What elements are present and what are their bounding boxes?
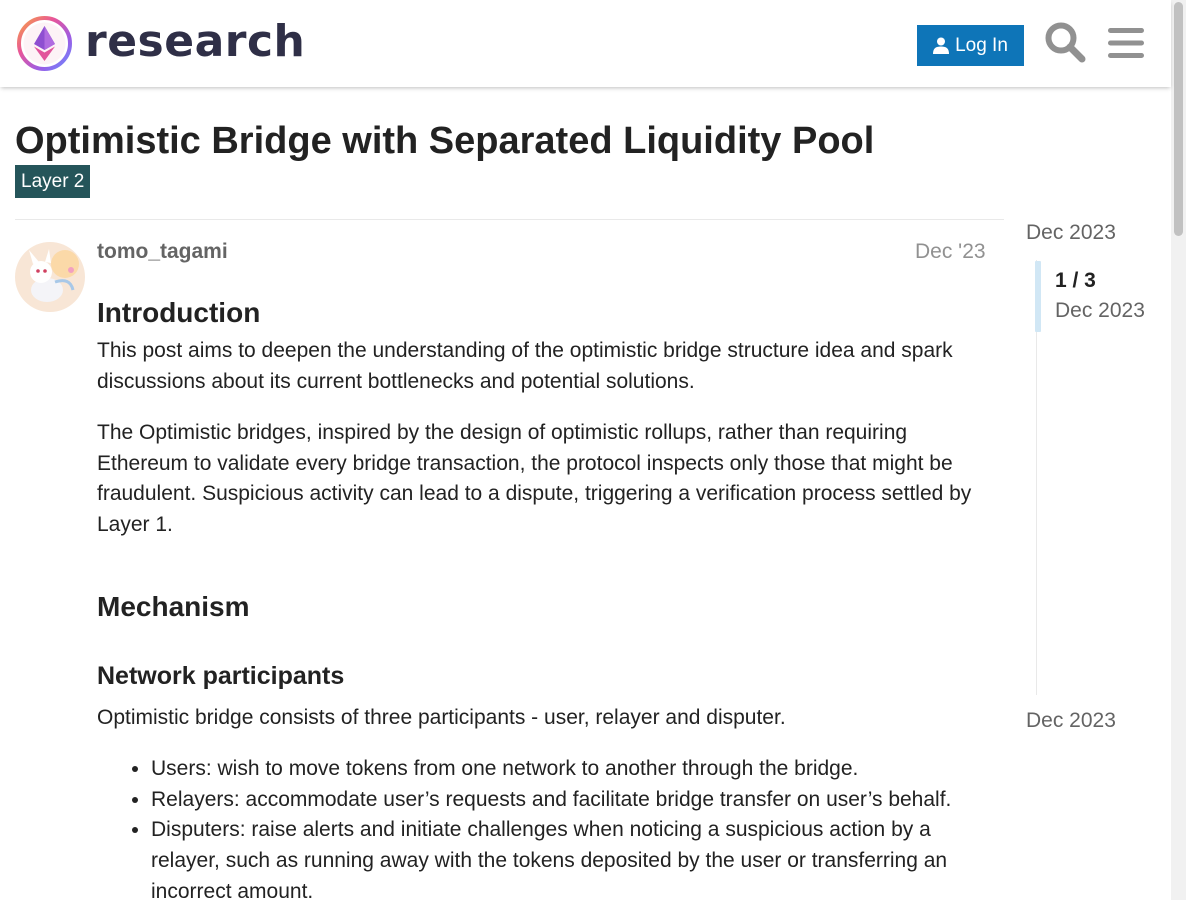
login-button[interactable]: Log In xyxy=(917,25,1024,66)
topic-divider xyxy=(15,219,1004,220)
post-date[interactable]: Dec '23 xyxy=(915,240,986,264)
timeline-position: 1 / 3 xyxy=(1055,269,1096,292)
site-logo[interactable]: research xyxy=(16,15,305,72)
site-header: research Log In xyxy=(0,0,1171,87)
timeline-end-date[interactable]: Dec 2023 xyxy=(1026,709,1116,733)
post-username[interactable]: tomo_tagami xyxy=(97,240,228,264)
list-item: Disputers: raise alerts and initiate cha… xyxy=(151,815,992,900)
scrollbar-thumb[interactable] xyxy=(1174,2,1183,236)
list-item: Users: wish to move tokens from one netw… xyxy=(151,754,992,785)
login-label: Log In xyxy=(955,34,1008,56)
post-paragraph: The Optimistic bridges, inspired by the … xyxy=(97,421,972,536)
post-body: Introduction This post aims to deepen th… xyxy=(97,290,992,900)
timeline-current-date: Dec 2023 xyxy=(1055,299,1145,322)
participants-list: Users: wish to move tokens from one netw… xyxy=(151,754,992,900)
site-name: research xyxy=(85,16,306,67)
list-item: Relayers: accommodate user’s requests an… xyxy=(151,785,992,816)
heading-mechanism: Mechanism xyxy=(97,590,250,622)
topic-title[interactable]: Optimistic Bridge with Separated Liquidi… xyxy=(15,120,874,163)
avatar[interactable] xyxy=(15,242,85,312)
avatar-image xyxy=(15,242,85,312)
user-icon xyxy=(933,37,950,54)
post-paragraph: This post aims to deepen the understandi… xyxy=(97,339,953,393)
category-badge[interactable]: Layer 2 xyxy=(15,165,91,198)
timeline-handle[interactable] xyxy=(1035,261,1041,332)
post-paragraph: Optimistic bridge consists of three part… xyxy=(97,705,786,729)
timeline-start-date[interactable]: Dec 2023 xyxy=(1026,221,1116,245)
hamburger-menu-icon[interactable] xyxy=(1108,27,1144,59)
heading-network-participants: Network participants xyxy=(97,661,345,690)
search-icon[interactable] xyxy=(1044,21,1086,63)
ethereum-research-logo-icon xyxy=(17,16,72,71)
heading-introduction: Introduction xyxy=(97,297,261,328)
page-scrollbar[interactable] xyxy=(1171,0,1186,900)
